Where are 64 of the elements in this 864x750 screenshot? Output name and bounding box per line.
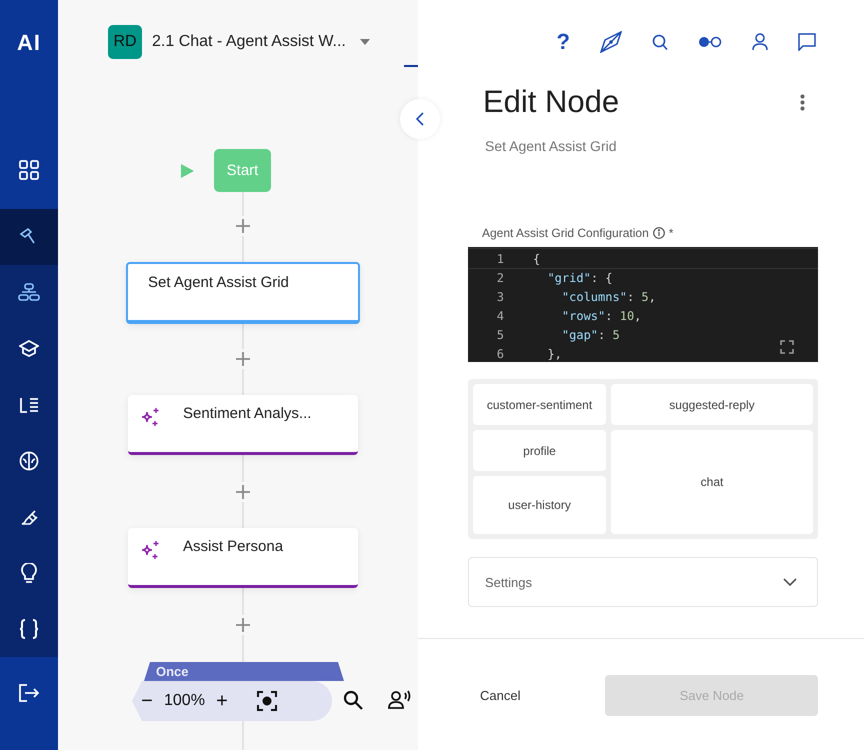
chevron-down-icon xyxy=(783,578,797,586)
line-number: 4 xyxy=(496,308,505,322)
grid-area: suggested-reply xyxy=(611,384,813,425)
line-number: 6 xyxy=(496,346,505,360)
sparkle-icon xyxy=(140,540,160,560)
graduation-cap-icon xyxy=(19,340,39,358)
line-number: 3 xyxy=(496,290,505,304)
line-number: 2 xyxy=(496,270,505,284)
voice-user-icon[interactable] xyxy=(388,690,412,710)
code-line: { xyxy=(533,252,540,266)
node-label: Set Agent Assist Grid xyxy=(148,274,289,291)
line-number: 1 xyxy=(496,252,505,266)
lightbulb-icon xyxy=(21,563,37,583)
logout-icon xyxy=(19,684,39,702)
search-icon[interactable] xyxy=(343,690,363,710)
grid-area: profile xyxy=(473,430,606,471)
code-line: "grid": { xyxy=(546,270,612,284)
flow-node[interactable]: Sentiment Analys... xyxy=(128,395,358,455)
list-icon xyxy=(19,397,39,413)
code-line: "rows": 10, xyxy=(560,308,642,322)
chat-icon[interactable] xyxy=(798,33,816,51)
code-line: "columns": 5, xyxy=(560,290,656,304)
user-icon[interactable] xyxy=(752,33,768,51)
code-editor[interactable]: 1 { 2 "grid": { 3 "columns": 5, 4 "rows": 10, 5 "gap": 5 6 }, xyxy=(468,247,818,362)
braces-icon xyxy=(19,619,39,639)
flow-node[interactable]: Assist Persona xyxy=(128,528,358,588)
node-label: Sentiment Analys... xyxy=(183,405,312,422)
fullscreen-icon[interactable] xyxy=(780,340,794,354)
search-icon[interactable] xyxy=(652,34,668,50)
grid-area: user-history xyxy=(473,476,606,534)
tab-indicator xyxy=(404,65,418,67)
flow-node[interactable]: Once xyxy=(144,662,344,681)
hierarchy-icon xyxy=(18,283,40,303)
grid-area: chat xyxy=(611,430,813,534)
help-icon[interactable]: ? xyxy=(556,29,570,55)
zoom-in-button[interactable]: + xyxy=(214,690,229,712)
cancel-button[interactable]: Cancel xyxy=(478,684,522,706)
brain-icon xyxy=(19,451,39,471)
required-mark: * xyxy=(668,226,674,240)
sparkle-icon xyxy=(140,407,160,427)
toggle-icon[interactable] xyxy=(698,36,722,48)
settings-accordion[interactable]: Settings xyxy=(468,557,818,607)
line-number: 5 xyxy=(496,328,505,342)
compass-icon[interactable] xyxy=(600,31,622,53)
code-line: }, xyxy=(546,346,562,360)
node-subtitle: Set Agent Assist Grid xyxy=(485,138,618,154)
chevron-left-icon xyxy=(416,112,424,126)
nav-item[interactable] xyxy=(0,140,58,209)
zoom-out-button[interactable]: − xyxy=(140,690,154,712)
app-logo[interactable]: AI xyxy=(17,30,41,56)
flow-node[interactable]: Set Agent Assist Grid xyxy=(126,262,360,324)
node-label: Assist Persona xyxy=(183,538,284,555)
panel-title: Edit Node xyxy=(483,84,620,120)
avatar[interactable]: RD xyxy=(108,25,142,59)
field-label: Agent Assist Grid Configuration xyxy=(482,226,649,240)
grid-area: customer-sentiment xyxy=(473,384,606,425)
bot-title[interactable]: 2.1 Chat - Agent Assist W... xyxy=(152,33,346,51)
grid-icon xyxy=(19,160,39,180)
fit-view-icon[interactable] xyxy=(256,691,277,711)
info-icon[interactable] xyxy=(652,227,665,239)
more-options-icon[interactable] xyxy=(800,94,805,110)
code-line: "gap": 5 xyxy=(560,328,620,342)
caret-icon[interactable] xyxy=(360,39,370,45)
zoom-level: 100% xyxy=(164,692,205,710)
